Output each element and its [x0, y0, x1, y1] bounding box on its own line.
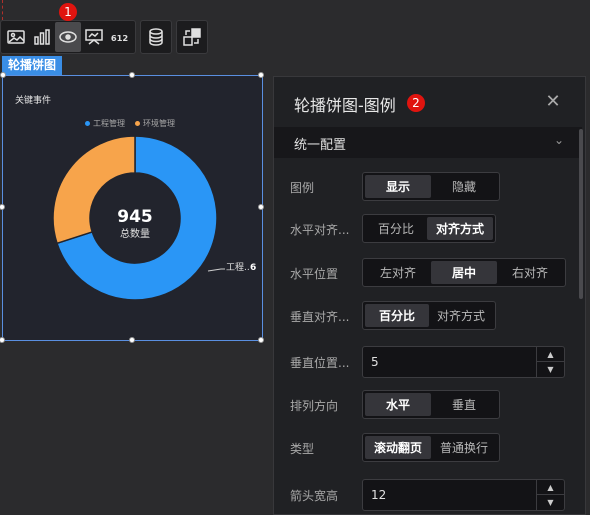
- increment-button[interactable]: ▲: [537, 480, 564, 495]
- segmented-control: 滚动翻页 普通换行: [362, 433, 500, 462]
- center-label: 总数量: [120, 227, 150, 240]
- option-left[interactable]: 左对齐: [365, 261, 431, 284]
- scrollbar[interactable]: [579, 129, 583, 299]
- option-right[interactable]: 右对齐: [497, 261, 563, 284]
- stepper: ▲ ▼: [536, 480, 564, 510]
- row-horizontal-position: 水平位置 左对齐 居中 右对齐: [274, 258, 574, 288]
- row-label: 排列方向: [290, 399, 339, 413]
- center-value: 945: [117, 207, 153, 227]
- image-icon[interactable]: [3, 22, 29, 52]
- database-icon[interactable]: [143, 22, 169, 52]
- resize-handle[interactable]: [258, 72, 264, 78]
- row-type: 类型 滚动翻页 普通换行: [274, 433, 574, 463]
- toolbar-group-data: [140, 20, 172, 54]
- option-wrap[interactable]: 普通换行: [431, 436, 497, 459]
- decrement-button[interactable]: ▼: [537, 362, 564, 377]
- row-vertical-align: 垂直对齐... 百分比 对齐方式: [274, 301, 574, 331]
- section-unified-config[interactable]: 统一配置 ⌄: [274, 127, 582, 158]
- carousel-pie-widget[interactable]: 关键事件 工程管理 环境管理 945 总数量 工程.. 6: [2, 75, 263, 341]
- segmented-control: 显示 隐藏: [362, 172, 500, 201]
- input-value: 12: [371, 488, 387, 502]
- guide-line: [2, 0, 3, 20]
- option-percent[interactable]: 百分比: [365, 217, 427, 240]
- resize-handle[interactable]: [258, 337, 264, 343]
- component-tag[interactable]: 轮播饼图: [2, 56, 63, 75]
- donut-chart: 945 总数量 工程.. 6: [52, 135, 256, 301]
- resize-handle[interactable]: [258, 204, 264, 210]
- option-hide[interactable]: 隐藏: [431, 175, 497, 198]
- option-center[interactable]: 居中: [431, 261, 497, 284]
- segmented-control: 左对齐 居中 右对齐: [362, 258, 566, 287]
- row-label: 垂直对齐...: [290, 310, 350, 324]
- resize-handle[interactable]: [0, 337, 5, 343]
- section-label: 统一配置: [294, 138, 347, 153]
- row-orientation: 排列方向 水平 垂直: [274, 390, 574, 420]
- swap-icon[interactable]: [179, 22, 205, 52]
- vertical-position-input[interactable]: 5 ▲ ▼: [362, 346, 565, 378]
- bar-chart-icon[interactable]: [29, 22, 55, 52]
- legend-settings-panel: 轮播饼图-图例 2 ✕ 统一配置 ⌄ 图例 显示 隐藏 水平对齐... 百分比 …: [273, 76, 586, 515]
- resize-handle[interactable]: [129, 72, 135, 78]
- option-vertical[interactable]: 垂直: [431, 393, 497, 416]
- step-badge-1: 1: [59, 3, 77, 21]
- segmented-control: 水平 垂直: [362, 390, 500, 419]
- row-label: 水平对齐...: [290, 223, 350, 237]
- segmented-control: 百分比 对齐方式: [362, 214, 496, 243]
- row-label: 箭头宽高: [290, 489, 339, 503]
- outer-value: 6: [250, 263, 256, 273]
- outer-label: 工程..: [226, 262, 250, 273]
- option-align-mode[interactable]: 对齐方式: [429, 304, 493, 327]
- toolbar-group-swap: [176, 20, 208, 54]
- option-percent[interactable]: 百分比: [365, 304, 429, 327]
- row-vertical-position: 垂直位置... 5 ▲ ▼: [274, 346, 574, 378]
- option-show[interactable]: 显示: [365, 175, 431, 198]
- chevron-down-icon[interactable]: ⌄: [554, 133, 564, 147]
- row-arrow-size: 箭头宽高 12 ▲ ▼: [274, 479, 574, 511]
- row-label: 图例: [290, 181, 315, 195]
- row-label: 垂直位置...: [290, 356, 350, 370]
- label-leader-line: [207, 268, 225, 272]
- number-icon-text: 612: [111, 33, 129, 43]
- toolbar: 1 612: [0, 3, 208, 54]
- close-icon[interactable]: ✕: [543, 91, 563, 112]
- number-icon[interactable]: 612: [107, 22, 133, 52]
- row-label: 类型: [290, 442, 315, 456]
- row-horizontal-align: 水平对齐... 百分比 对齐方式: [274, 214, 574, 244]
- option-scroll-page[interactable]: 滚动翻页: [365, 436, 431, 459]
- row-label: 水平位置: [290, 267, 339, 281]
- panel-title: 轮播饼图-图例: [294, 96, 396, 115]
- option-align-mode[interactable]: 对齐方式: [427, 217, 493, 240]
- resize-handle[interactable]: [129, 337, 135, 343]
- segmented-control: 百分比 对齐方式: [362, 301, 496, 330]
- step-badge-2: 2: [407, 94, 425, 112]
- panel-header: 轮播饼图-图例 2 ✕: [274, 77, 585, 127]
- resize-handle[interactable]: [0, 72, 6, 78]
- increment-button[interactable]: ▲: [537, 347, 564, 362]
- row-legend-toggle: 图例 显示 隐藏: [274, 172, 574, 202]
- option-horizontal[interactable]: 水平: [365, 393, 431, 416]
- input-value: 5: [371, 355, 379, 369]
- stepper: ▲ ▼: [536, 347, 564, 377]
- presentation-icon[interactable]: [81, 22, 107, 52]
- toolbar-group-components: 1 612: [0, 3, 136, 54]
- arrow-size-input[interactable]: 12 ▲ ▼: [362, 479, 565, 511]
- decrement-button[interactable]: ▼: [537, 495, 564, 510]
- carousel-icon[interactable]: 1: [55, 3, 81, 52]
